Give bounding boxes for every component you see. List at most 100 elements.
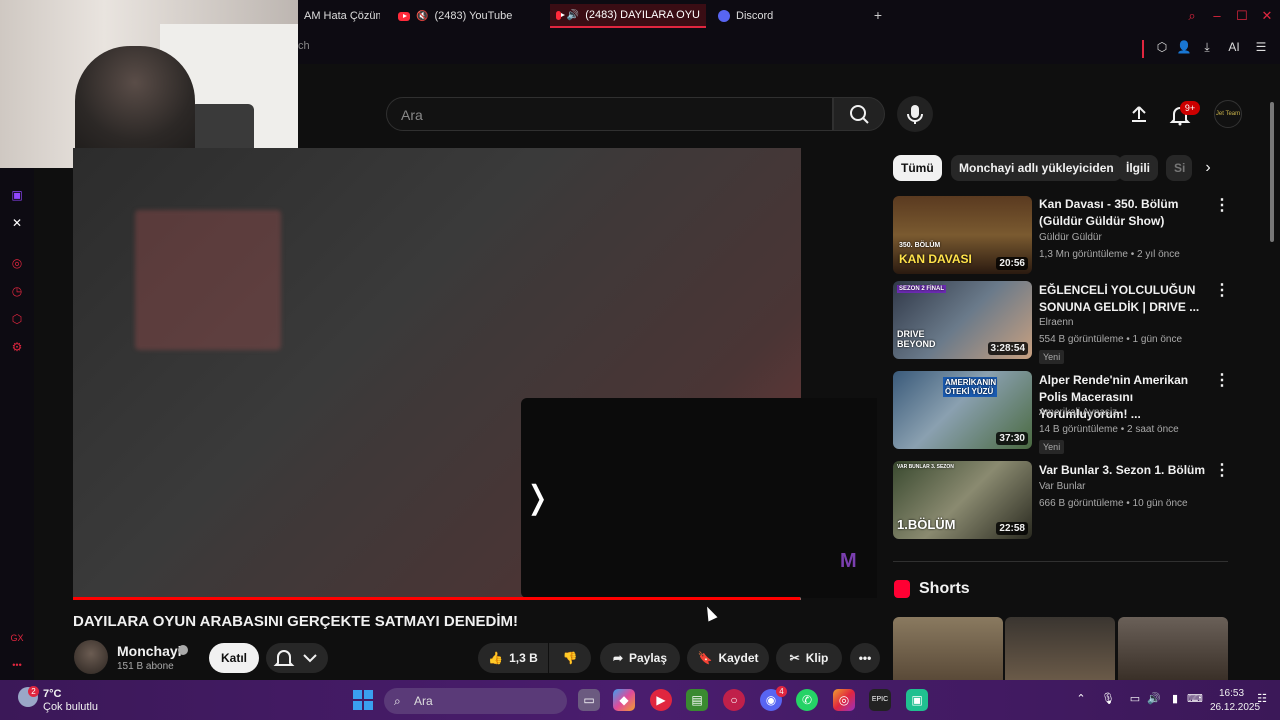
extensions-icon[interactable]: ⬡	[1153, 40, 1171, 56]
tab-youtube-home[interactable]: 🔇 (2483) YouTube	[392, 4, 542, 28]
bell-icon	[273, 650, 317, 666]
display-icon[interactable]: ▭	[1128, 692, 1142, 706]
more-actions-button[interactable]: •••	[850, 643, 880, 673]
search-tabs-icon[interactable]: ⌕	[1184, 8, 1200, 24]
tab-youtube-video[interactable]: 🔊 (2483) DAYILARA OYU	[550, 4, 706, 28]
microphone-tray-icon[interactable]: 🎙	[1101, 692, 1115, 706]
search-input[interactable]: Ara	[386, 97, 833, 131]
chip-from-uploader[interactable]: Monchayi adlı yükleyiciden	[951, 155, 1122, 181]
dislike-button[interactable]: 👎	[549, 643, 591, 673]
weather-description: Çok bulutlu	[43, 701, 99, 713]
terminal-app-icon[interactable]: ▤	[686, 689, 708, 711]
close-window-button[interactable]: ✕	[1259, 8, 1275, 24]
youtube-music-icon[interactable]: ▶	[650, 689, 672, 711]
rec-thumbnail[interactable]: AMERİKANIN ÖTEKİ YÜZÜ 37:30	[893, 371, 1032, 449]
notification-center-icon[interactable]: ☷	[1255, 692, 1269, 706]
rec-more-icon[interactable]: ⋮	[1214, 372, 1230, 390]
tab-discord[interactable]: Discord	[712, 4, 802, 28]
history-icon[interactable]: ◷	[9, 283, 25, 299]
clip-button[interactable]: ✂ Klip	[776, 643, 842, 673]
duration-badge: 37:30	[996, 432, 1028, 445]
chip-all[interactable]: Tümü	[893, 155, 942, 181]
speaker-icon[interactable]: 🔊	[567, 10, 579, 21]
avatar-text: Jet Team	[1215, 111, 1241, 117]
channel-avatar[interactable]	[74, 640, 108, 674]
tab-label: AM Hata Çözüm	[304, 10, 380, 22]
instagram-icon[interactable]: ◎	[833, 689, 855, 711]
ai-button[interactable]: AI	[1221, 40, 1247, 56]
extensions-sidebar-icon[interactable]: ⬡	[9, 311, 25, 327]
rec-channel[interactable]: Amerikali Aynasiz	[1039, 407, 1117, 418]
rec-thumbnail[interactable]: SEZON 2 FİNAL DRIVE BEYOND 3:28:54	[893, 281, 1032, 359]
game-app-icon[interactable]: ▣	[906, 689, 928, 711]
twitch-icon[interactable]: ▣	[9, 187, 25, 203]
save-label: Kaydet	[718, 651, 759, 665]
tab-label: (2483) DAYILARA OYU	[585, 9, 700, 21]
windows-start-icon[interactable]	[353, 690, 373, 710]
short-thumbnail[interactable]	[893, 617, 1003, 680]
language-icon[interactable]: ⌨	[1187, 692, 1203, 706]
search-icon: ⌕	[394, 694, 401, 708]
mouse-cursor	[702, 604, 718, 622]
channel-name[interactable]: Monchayi	[117, 643, 182, 659]
clock-time[interactable]: 16:53	[1219, 688, 1244, 699]
chip-related[interactable]: İlgili	[1118, 155, 1158, 181]
address-bar-text[interactable]: ch	[298, 40, 310, 52]
new-tab-button[interactable]: +	[870, 7, 886, 23]
account-avatar[interactable]: Jet Team	[1214, 100, 1242, 128]
rec-title[interactable]: Var Bunlar 3. Sezon 1. Bölüm	[1039, 462, 1215, 479]
settings-icon[interactable]: ⚙	[9, 339, 25, 355]
battery-icon[interactable]: ▮	[1168, 692, 1182, 706]
duration-badge: 22:58	[996, 522, 1028, 535]
rec-title[interactable]: EĞLENCELİ YOLCULUĞUN SONUNA GELDİK | DRI…	[1039, 282, 1215, 316]
save-button[interactable]: 🔖 Kaydet	[687, 643, 769, 673]
share-label: Paylaş	[629, 651, 668, 665]
rec-more-icon[interactable]: ⋮	[1214, 197, 1230, 215]
muted-speaker-icon[interactable]: 🔇	[416, 11, 428, 22]
short-thumbnail[interactable]	[1005, 617, 1115, 680]
subscription-bell-button[interactable]	[266, 643, 328, 673]
task-view-icon[interactable]: ▭	[578, 689, 600, 711]
x-twitter-icon[interactable]: ✕	[9, 215, 25, 231]
join-button[interactable]: Katıl	[209, 643, 259, 673]
chip-partial[interactable]: Si	[1166, 155, 1192, 181]
share-icon: ➦	[612, 651, 623, 665]
rec-more-icon[interactable]: ⋮	[1214, 282, 1230, 300]
video-progress-bar[interactable]	[73, 597, 801, 600]
taskbar-search[interactable]	[384, 688, 567, 714]
whatsapp-icon[interactable]: ✆	[796, 689, 818, 711]
tab-hata-cozum[interactable]: AM Hata Çözüm	[298, 4, 380, 28]
opera-gx-icon[interactable]: ○	[723, 689, 745, 711]
volume-icon[interactable]: 🔊	[1147, 692, 1161, 706]
share-button[interactable]: ➦ Paylaş	[600, 643, 680, 673]
page-scrollbar[interactable]	[1268, 92, 1276, 680]
download-icon[interactable]: ⤓	[1198, 40, 1216, 56]
epic-games-icon[interactable]: EPIC	[869, 689, 891, 711]
rec-thumbnail[interactable]: VAR BUNLAR 3. SEZON 1.BÖLÜM 22:58	[893, 461, 1032, 539]
sidebar-more-icon[interactable]: •••	[9, 657, 25, 673]
video-content	[135, 210, 281, 350]
copilot-icon[interactable]: ◆	[613, 689, 635, 711]
rec-more-icon[interactable]: ⋮	[1214, 462, 1230, 480]
rec-channel[interactable]: Elraenn	[1039, 317, 1073, 328]
rec-thumbnail[interactable]: KAN DAVASI 350. BÖLÜM 20:56	[893, 196, 1032, 274]
player-icon[interactable]: ◎	[9, 255, 25, 271]
profile-icon[interactable]: 👤	[1175, 40, 1193, 56]
chevron-right-icon[interactable]: ›	[1196, 156, 1220, 180]
upload-icon[interactable]	[1129, 104, 1149, 124]
search-button[interactable]	[833, 97, 885, 131]
shorts-icon	[894, 580, 910, 598]
clock-date[interactable]: 26.12.2025	[1210, 702, 1260, 713]
voice-search-button[interactable]	[897, 96, 933, 132]
short-thumbnail[interactable]	[1118, 617, 1228, 680]
scrollbar-thumb[interactable]	[1270, 102, 1274, 242]
minimize-button[interactable]: –	[1209, 8, 1225, 24]
rec-title[interactable]: Kan Davası - 350. Bölüm (Güldür Güldür S…	[1039, 196, 1215, 230]
overlay-arrow-icon[interactable]: ❭	[524, 478, 551, 516]
like-button[interactable]: 👍 1,3 B	[478, 643, 548, 673]
rec-channel[interactable]: Güldür Güldür	[1039, 232, 1102, 243]
maximize-button[interactable]: ☐	[1234, 8, 1250, 24]
rec-channel[interactable]: Var Bunlar	[1039, 481, 1086, 492]
menu-icon[interactable]: ☰	[1252, 40, 1270, 56]
chevron-up-icon[interactable]: ⌃	[1074, 692, 1088, 706]
